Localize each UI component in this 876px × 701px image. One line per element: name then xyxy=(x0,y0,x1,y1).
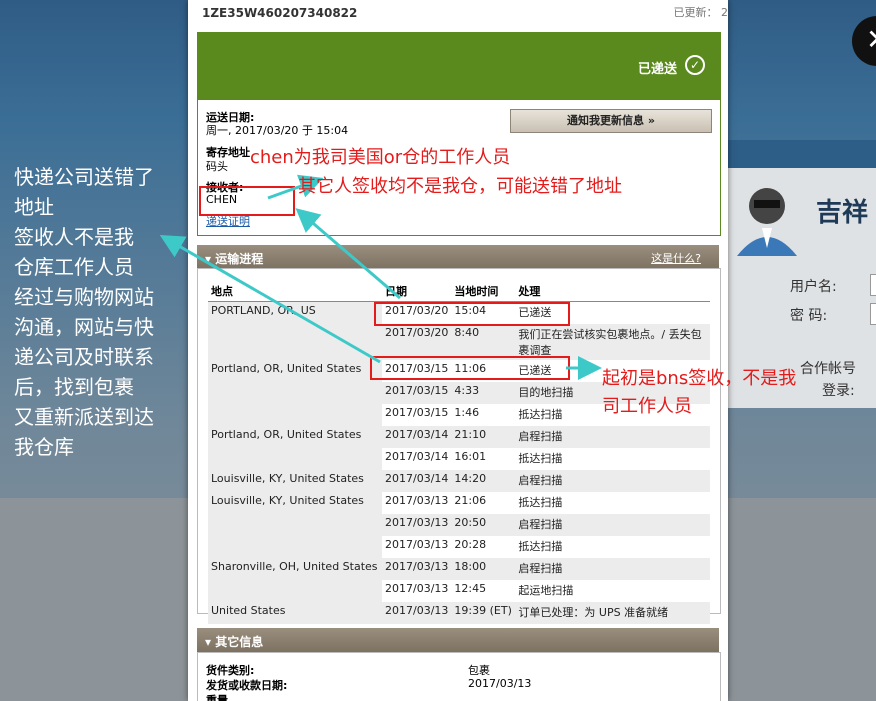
left-annotation-line: 快递公司送错了 xyxy=(14,165,154,189)
arrow-others xyxy=(295,208,401,300)
left-annotation-line: 地址 xyxy=(14,195,54,219)
bns-annotation-line2: 司工作人员 xyxy=(602,396,692,417)
left-annotation-line: 我仓库 xyxy=(14,435,74,459)
bns-annotation-line1: 起初是bns签收，不是我 xyxy=(602,368,797,389)
left-annotation-line: 经过与购物网站 xyxy=(14,285,154,309)
arrow-left-note xyxy=(159,235,381,364)
left-annotation-line: 递公司及时联系 xyxy=(14,345,154,369)
others-annotation: 其它人签收均不是我仓，可能送错了地址 xyxy=(298,176,622,197)
left-annotation-line: 后，找到包裹 xyxy=(14,375,134,399)
left-annotation-line: 签收人不是我 xyxy=(14,225,134,249)
left-annotation: 快递公司送错了 地址签收人不是我 仓库工作人员 经过与购物网站 沟通，网站与快 递公司及时… xyxy=(14,162,154,462)
left-annotation-line: 又重新派送到达 xyxy=(14,405,154,429)
left-annotation-line: 仓库工作人员 xyxy=(14,255,134,279)
left-annotation-line: 沟通，网站与快 xyxy=(14,315,154,339)
chen-annotation: chen为我司美国or仓的工作人员 xyxy=(250,147,511,168)
